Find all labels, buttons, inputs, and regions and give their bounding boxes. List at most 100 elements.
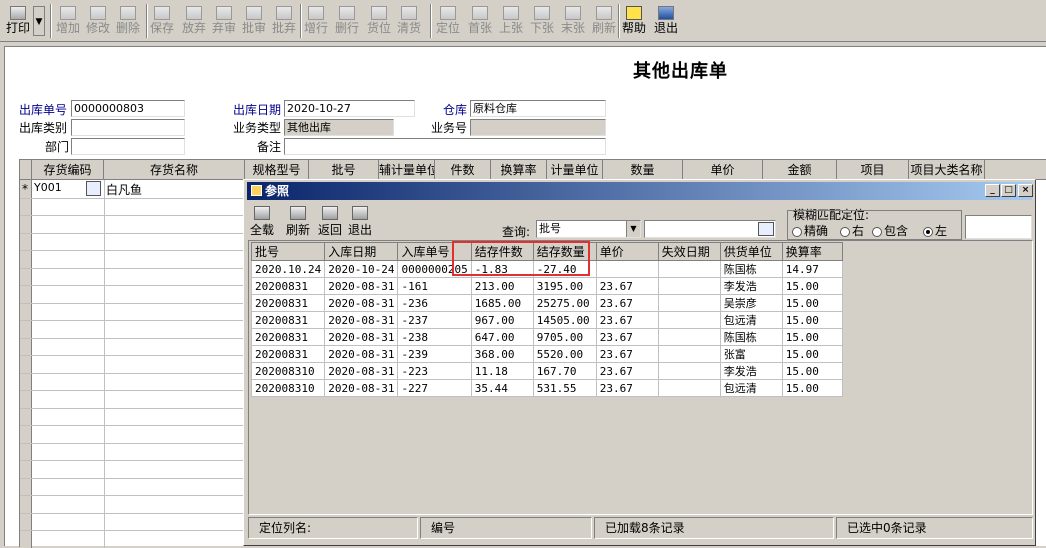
ref-col-header[interactable]: 换算率: [781, 242, 843, 261]
table-cell[interactable]: 20200831: [250, 328, 326, 346]
location-button[interactable]: 货位: [365, 4, 393, 40]
chevron-down-icon[interactable]: ▼: [626, 221, 640, 237]
clear-button[interactable]: 清货: [395, 4, 423, 40]
out-type-field[interactable]: [71, 119, 185, 136]
table-cell[interactable]: [657, 362, 721, 380]
table-cell[interactable]: 15.00: [781, 345, 843, 363]
table-cell[interactable]: 35.44: [470, 379, 534, 397]
table-cell[interactable]: 20200831: [250, 311, 326, 329]
table-row[interactable]: 20200831 2020-08-31 -161 213.00 3195.00 23.67…: [250, 277, 843, 295]
exit-button[interactable]: 退出: [652, 4, 680, 40]
table-row[interactable]: 202008310 2020-08-31 -223 11.18 167.70 23.67 李…: [250, 362, 843, 380]
batch-discard-button[interactable]: 批弃: [270, 4, 298, 40]
table-cell[interactable]: 15.00: [781, 328, 843, 346]
table-cell[interactable]: 2020-08-31: [324, 379, 399, 397]
table-cell[interactable]: 531.55: [532, 379, 597, 397]
unaudit-button[interactable]: 弃审: [210, 4, 238, 40]
table-cell[interactable]: -161: [397, 277, 472, 295]
row1-code[interactable]: Y001: [34, 181, 62, 194]
table-cell[interactable]: -239: [397, 345, 472, 363]
add-row-button[interactable]: 增行: [302, 4, 330, 40]
out-date-field[interactable]: 2020-10-27: [284, 100, 415, 117]
save-button[interactable]: 保存: [148, 4, 176, 40]
ref-col-header[interactable]: 供货单位: [719, 242, 783, 261]
batch-audit-button[interactable]: 批审: [240, 4, 268, 40]
table-row[interactable]: 20200831 2020-08-31 -239 368.00 5520.00 23.67…: [250, 345, 843, 363]
table-cell[interactable]: 张富: [719, 345, 783, 363]
close-icon[interactable]: ×: [1018, 184, 1033, 197]
table-cell[interactable]: 23.67: [595, 362, 659, 380]
table-cell[interactable]: 20200831: [250, 294, 326, 312]
table-cell[interactable]: -238: [397, 328, 472, 346]
table-cell[interactable]: -223: [397, 362, 472, 380]
table-cell[interactable]: 李发浩: [719, 277, 783, 295]
delete-row-button[interactable]: 删行: [333, 4, 361, 40]
table-row[interactable]: 20200831 2020-08-31 -238 647.00 9705.00 23.67…: [250, 328, 843, 346]
exit-button[interactable]: 退出: [348, 206, 372, 238]
next-button[interactable]: 下张: [528, 4, 556, 40]
table-cell[interactable]: 15.00: [781, 277, 843, 295]
minimize-icon[interactable]: _: [985, 184, 1000, 197]
col-header-amount[interactable]: 金额: [763, 160, 837, 180]
col-header-project[interactable]: 项目: [837, 160, 909, 180]
delete-button[interactable]: 删除: [114, 4, 142, 40]
table-cell[interactable]: 15.00: [781, 379, 843, 397]
table-cell[interactable]: [657, 294, 721, 312]
col-header-spec[interactable]: 规格型号: [245, 160, 309, 180]
row1-name[interactable]: 白凡鱼: [106, 181, 142, 198]
radio-left[interactable]: [923, 226, 933, 237]
table-cell[interactable]: 20200831: [250, 277, 326, 295]
return-button[interactable]: 返回: [318, 206, 342, 238]
maximize-icon[interactable]: □: [1001, 184, 1016, 197]
table-cell[interactable]: [657, 277, 721, 295]
table-cell[interactable]: 9705.00: [532, 328, 597, 346]
out-no-field[interactable]: 0000000803: [71, 100, 185, 117]
col-header-qty[interactable]: 数量: [603, 160, 683, 180]
table-cell[interactable]: 2020-08-31: [324, 328, 399, 346]
col-header-pieces[interactable]: 件数: [435, 160, 491, 180]
match-contains-option[interactable]: 包含: [872, 222, 908, 239]
table-cell[interactable]: [657, 311, 721, 329]
col-header-code[interactable]: 存货编码: [32, 160, 104, 180]
table-row[interactable]: 202008310 2020-08-31 -227 35.44 531.55 23.67 包…: [250, 379, 843, 397]
last-button[interactable]: 末张: [559, 4, 587, 40]
table-cell[interactable]: [657, 328, 721, 346]
col-header-project-class[interactable]: 项目大类名称: [909, 160, 985, 180]
table-row[interactable]: 20200831 2020-08-31 -236 1685.00 25275.00 23.…: [250, 294, 843, 312]
col-header-name[interactable]: 存货名称: [104, 160, 245, 180]
table-cell[interactable]: 25275.00: [532, 294, 597, 312]
radio-right[interactable]: [840, 226, 850, 237]
load-all-button[interactable]: 全载: [250, 206, 274, 238]
table-cell[interactable]: -237: [397, 311, 472, 329]
search-icon[interactable]: [86, 181, 101, 196]
table-cell[interactable]: 1685.00: [470, 294, 534, 312]
table-cell[interactable]: 23.67: [595, 345, 659, 363]
table-cell[interactable]: [657, 379, 721, 397]
add-button[interactable]: 增加: [54, 4, 82, 40]
table-cell[interactable]: -227: [397, 379, 472, 397]
table-cell[interactable]: 李发浩: [719, 362, 783, 380]
col-header-batch[interactable]: 批号: [309, 160, 379, 180]
table-row[interactable]: 20200831 2020-08-31 -237 967.00 14505.00 23.6…: [250, 311, 843, 329]
discard-button[interactable]: 放弃: [180, 4, 208, 40]
table-cell[interactable]: 15.00: [781, 294, 843, 312]
radio-exact[interactable]: [792, 226, 802, 237]
table-cell[interactable]: [595, 260, 659, 278]
col-header-unit[interactable]: 计量单位: [547, 160, 603, 180]
edit-button[interactable]: 修改: [84, 4, 112, 40]
match-right-option[interactable]: 右: [840, 222, 864, 239]
prev-button[interactable]: 上张: [497, 4, 525, 40]
table-cell[interactable]: 陈国栋: [719, 328, 783, 346]
table-cell[interactable]: 15.00: [781, 362, 843, 380]
table-cell[interactable]: 2020-08-31: [324, 311, 399, 329]
table-cell[interactable]: 20200831: [250, 345, 326, 363]
table-cell[interactable]: 包远清: [719, 311, 783, 329]
col-header-aux-unit[interactable]: 辅计量单位: [379, 160, 435, 180]
table-cell[interactable]: 23.67: [595, 311, 659, 329]
table-cell[interactable]: 2020-08-31: [324, 294, 399, 312]
first-button[interactable]: 首张: [466, 4, 494, 40]
table-cell[interactable]: 967.00: [470, 311, 534, 329]
match-left-option[interactable]: 左: [923, 222, 947, 239]
match-exact-option[interactable]: 精确: [792, 222, 828, 239]
print-dropdown[interactable]: ▼: [33, 6, 45, 36]
